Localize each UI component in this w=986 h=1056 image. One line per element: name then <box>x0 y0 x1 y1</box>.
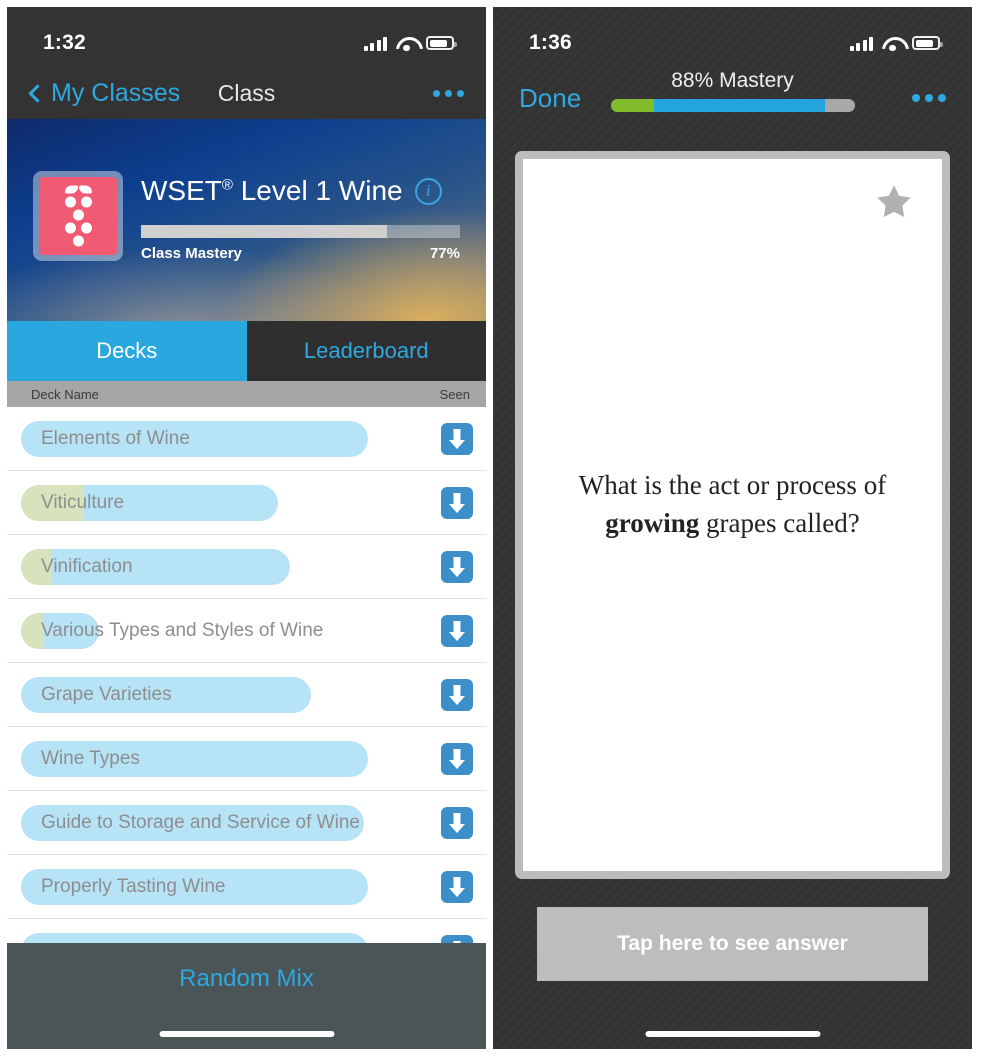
download-icon[interactable] <box>441 806 473 839</box>
home-indicator <box>645 1031 820 1037</box>
wifi-icon <box>882 36 903 52</box>
status-clock-study: 1:36 <box>529 31 572 54</box>
star-icon[interactable] <box>872 181 916 228</box>
question-line-2: grapes called? <box>699 508 860 538</box>
download-icon[interactable] <box>441 486 473 519</box>
study-mastery-label: 88% Mastery <box>671 69 794 92</box>
column-header-deck-name: Deck Name <box>31 386 99 402</box>
class-mastery-label: Class Mastery <box>141 245 242 262</box>
deck-row[interactable]: Wine Types <box>7 727 486 791</box>
deck-list[interactable]: Elements of Wine Viticulture Vinification V… <box>7 407 486 982</box>
download-icon[interactable] <box>441 422 473 455</box>
status-clock: 1:32 <box>43 31 86 54</box>
tab-leaderboard[interactable]: Leaderboard <box>246 321 486 381</box>
bottom-toolbar: Random Mix <box>7 943 486 1049</box>
class-title: WSET® Level 1 Wine <box>141 175 403 207</box>
deck-row[interactable]: Elements of Wine <box>7 407 486 471</box>
cellular-bars-icon <box>849 36 873 51</box>
status-indicators-study <box>849 36 943 52</box>
wifi-icon <box>396 36 417 52</box>
class-mastery-bar <box>141 225 460 238</box>
deck-name: Vinification <box>41 555 133 577</box>
deck-progress-pill: Properly Tasting Wine <box>21 868 429 905</box>
cellular-bars-icon <box>363 36 387 51</box>
deck-progress-pill: Grape Varieties <box>21 676 429 713</box>
navigation-bar: My Classes Class <box>7 67 486 119</box>
deck-progress-pill: Wine Types <box>21 740 429 777</box>
status-indicators <box>363 36 457 52</box>
flashcard-area: What is the act or process of growing gr… <box>493 129 972 981</box>
deck-name: Wine Types <box>41 747 140 769</box>
download-icon[interactable] <box>441 870 473 903</box>
question-bold-word: growing <box>605 508 700 538</box>
back-button[interactable]: My Classes <box>28 78 181 108</box>
deck-name: Guide to Storage and Service of Wine <box>41 811 360 833</box>
dual-screenshot: 1:32 My Classes Class WSET® Level 1 Wine… <box>0 0 986 1056</box>
more-dots-icon[interactable] <box>912 94 946 102</box>
status-bar: 1:32 <box>7 7 486 67</box>
deck-name: Viticulture <box>41 491 125 513</box>
random-mix-button[interactable]: Random Mix <box>179 943 314 993</box>
download-icon[interactable] <box>441 742 473 775</box>
class-avatar <box>33 171 123 261</box>
class-mastery-percent: 77% <box>429 245 460 262</box>
see-answer-button[interactable]: Tap here to see answer <box>537 907 928 981</box>
done-button[interactable]: Done <box>519 83 581 114</box>
deck-list-header: Deck Name Seen <box>7 381 486 407</box>
info-circle-icon[interactable]: i <box>414 177 442 205</box>
home-indicator <box>159 1031 334 1037</box>
deck-progress-pill: Vinification <box>21 548 429 585</box>
class-hero-banner: WSET® Level 1 Wine i Class Mastery 77% <box>7 119 486 321</box>
battery-icon <box>426 36 457 50</box>
flashcard[interactable]: What is the act or process of growing gr… <box>515 151 950 879</box>
deck-row[interactable]: Viticulture <box>7 471 486 535</box>
class-title-main: WSET <box>141 175 222 206</box>
left-phone-screen: 1:32 My Classes Class WSET® Level 1 Wine… <box>7 7 486 1049</box>
tab-bar: Decks Leaderboard <box>7 321 486 381</box>
deck-row[interactable]: Guide to Storage and Service of Wine <box>7 791 486 855</box>
tab-decks[interactable]: Decks <box>7 321 247 381</box>
deck-name: Properly Tasting Wine <box>41 875 226 897</box>
deck-name: Various Types and Styles of Wine <box>41 619 324 641</box>
right-phone-screen: 1:36 Done 88% Mastery What is the act or… <box>493 7 972 1049</box>
deck-row[interactable]: Properly Tasting Wine <box>7 855 486 919</box>
study-mastery-bar <box>610 99 855 112</box>
study-navigation-bar: Done 88% Mastery <box>493 67 972 129</box>
registered-mark: ® <box>221 176 233 194</box>
deck-name: Elements of Wine <box>41 427 190 449</box>
download-icon[interactable] <box>441 614 473 647</box>
question-line-1: What is the act or process of <box>578 469 887 500</box>
column-header-seen: Seen <box>439 386 470 402</box>
deck-progress-pill: Elements of Wine <box>21 420 429 457</box>
flashcard-question: What is the act or process of growing gr… <box>545 466 920 543</box>
battery-icon <box>912 36 943 50</box>
deck-row[interactable]: Various Types and Styles of Wine <box>7 599 486 663</box>
status-bar-study: 1:36 <box>493 7 972 67</box>
grape-cluster-icon <box>39 185 117 247</box>
class-title-rest: Level 1 Wine <box>240 175 403 206</box>
deck-name: Grape Varieties <box>41 683 172 705</box>
more-dots-icon[interactable] <box>433 89 464 97</box>
deck-progress-pill: Various Types and Styles of Wine <box>21 612 429 649</box>
chevron-left-icon <box>28 83 47 103</box>
deck-row[interactable]: Vinification <box>7 535 486 599</box>
deck-row[interactable]: Grape Varieties <box>7 663 486 727</box>
deck-progress-pill: Guide to Storage and Service of Wine <box>21 804 429 841</box>
download-icon[interactable] <box>441 678 473 711</box>
download-icon[interactable] <box>441 550 473 583</box>
back-button-label: My Classes <box>51 78 181 107</box>
deck-progress-pill: Viticulture <box>21 484 429 521</box>
see-answer-label: Tap here to see answer <box>617 932 848 955</box>
